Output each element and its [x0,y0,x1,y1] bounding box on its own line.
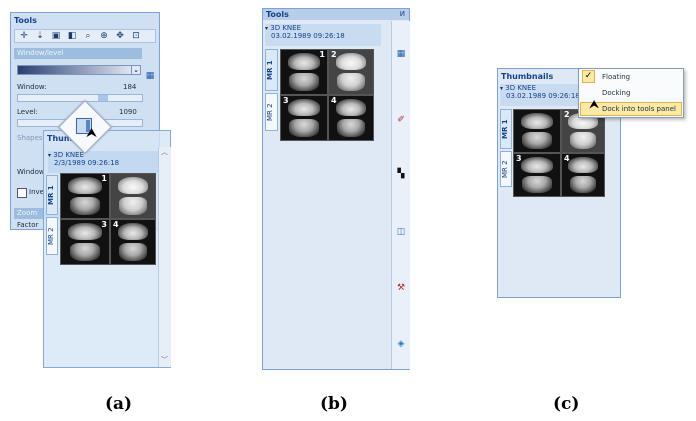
caption-b: (b) [320,394,348,414]
zoom-icon[interactable]: ⌕ [83,31,93,41]
thumb-num-4-c: 4 [564,154,570,163]
thumbnail-2-b[interactable]: 2 [328,49,374,95]
pointer-icon[interactable]: ✛ [19,31,29,41]
export-icon[interactable]: ◈ [396,339,406,349]
lut-dropdown[interactable] [17,65,141,75]
window-label-2: Window [17,168,45,176]
series-date-b: 03.02.1989 09:26:18 [271,32,345,40]
window-value: 184 [123,83,137,91]
series-expand-icon-c[interactable]: ▾ [500,85,503,92]
menu-item-floating-label: Floating [602,73,631,81]
level-value: 1090 [119,108,137,116]
thumb-num-1-b: 1 [319,50,325,59]
tab-mr1-c[interactable]: MR 1 [500,109,512,149]
roi-icon[interactable]: ⊡ [131,31,141,41]
series-header-a[interactable]: ▾ 3D KNEE 2/3/1989 09:26:18 [48,151,168,173]
split-layout-icon[interactable]: ▚ [396,169,406,179]
thumb-num-2-b: 2 [331,50,337,59]
tools-title-a: Tools [14,16,37,25]
menu-item-floating[interactable]: ✓ Floating [580,70,682,85]
thumb-num-1-a: 1 [101,174,107,183]
thumbnail-4-a[interactable]: 4 [110,219,156,265]
thumb-num-4-a: 4 [113,220,119,229]
thumbnail-1-c[interactable] [513,109,561,153]
invert-label: Inve [29,188,44,196]
series-header-c[interactable]: ▾ 3D KNEE 03.02.1989 09:26:18 [500,84,588,106]
series-header-b[interactable]: ▾ 3D KNEE 03.02.1989 09:26:18 [265,24,381,46]
thumb-num-3-c: 3 [516,154,522,163]
thumbnail-1-a[interactable]: 1 [60,173,110,219]
section-window-level-header[interactable]: Window/level [14,48,142,59]
caption-a: (a) [105,394,133,414]
series-expand-icon-b[interactable]: ▾ [265,25,268,32]
series-expand-icon[interactable]: ▾ [48,152,51,159]
tools-title-b: Tools [266,10,289,19]
thumbnail-3-a[interactable]: 3 [60,219,110,265]
mouse-cursor-icon-a: ⮝ [86,126,98,141]
measure-tool-icon[interactable]: ⚒ [396,283,406,293]
thumbnail-3-b[interactable]: 3 [280,95,328,141]
window-label: Window: [17,83,47,91]
window-slider[interactable] [17,94,143,102]
cursor-down-icon[interactable]: ⇣ [35,31,45,41]
thumb-num-4-b: 4 [331,96,337,105]
level-label: Level: [17,108,38,116]
scroll-down-icon[interactable]: ﹀ [161,355,168,365]
pin-icon[interactable]: ⵍ [400,10,405,18]
tab-mr2-b[interactable]: MR 2 [265,93,278,131]
menu-check-icon: ✓ [582,70,595,83]
series-name-a: 3D KNEE [53,151,84,159]
thumbnails-scrollbar-a[interactable]: ︿ ﹀ [158,147,171,367]
series-name-c: 3D KNEE [505,84,536,92]
scroll-up-icon[interactable]: ︿ [161,147,168,157]
image-settings-icon[interactable]: ◫ [396,227,406,237]
menu-item-dock-into-tools-label: Dock into tools panel [602,105,676,113]
tab-mr1-a[interactable]: MR 1 [46,175,58,215]
tools-header-b: Tools ⵍ [263,9,409,20]
tab-mr1-b[interactable]: MR 1 [265,49,278,91]
annotation-tool-icon[interactable]: ✐ [396,115,406,125]
invert-checkbox[interactable] [17,188,27,198]
series-date-a: 2/3/1989 09:26:18 [54,159,120,167]
thumbnail-3-c[interactable]: 3 [513,153,561,197]
factor-label: Factor [17,221,39,229]
thumb-num-3-a: 3 [101,220,107,229]
section-zoom-label: Zoom [17,209,38,217]
tab-mr2-c[interactable]: MR 2 [500,151,512,187]
layout-grid-icon[interactable]: ▦ [396,49,406,59]
thumbnail-4-c[interactable]: 4 [561,153,605,197]
zoom-plus-icon[interactable]: ⊕ [99,31,109,41]
section-window-level-label: Window/level [17,49,64,57]
pan-icon[interactable]: ✥ [115,31,125,41]
thumbnail-4-b[interactable]: 4 [328,95,374,141]
tools-toolbar-a: ✛ ⇣ ▣ ◧ ⌕ ⊕ ✥ ⊡ [14,29,156,43]
side-toolbar-b: ▦ ✐ ▚ ◫ ⚒ ◈ [391,21,410,369]
shapes-label: Shapes [17,134,43,142]
tab-mr2-a[interactable]: MR 2 [46,217,58,255]
window-slider-thumb[interactable] [98,95,108,101]
window-level-icon[interactable]: ◧ [67,31,77,41]
caption-c: (c) [553,394,580,414]
thumb-num-2-c: 2 [564,110,570,119]
menu-item-docking-label: Docking [602,89,631,97]
series-name-b: 3D KNEE [270,24,301,32]
tools-panel-b: Tools ⵍ ▾ 3D KNEE 03.02.1989 09:26:18 MR… [262,8,410,370]
thumb-num-3-b: 3 [283,96,289,105]
grid-icon[interactable]: ▦ [145,71,155,81]
thumbnails-window-a[interactable]: Thumb ▾ 3D KNEE 2/3/1989 09:26:18 MR 1 M… [43,130,171,368]
lut-dropdown-arrow[interactable]: ⌄ [131,65,141,75]
thumbnail-1-b[interactable]: 1 [280,49,328,95]
thumbnail-2-a[interactable] [110,173,156,219]
copy-icon[interactable]: ▣ [51,31,61,41]
mouse-cursor-icon-c: ⮝ [589,97,600,111]
thumbnails-title-c: Thumbnails [501,72,554,81]
series-date-c: 03.02.1989 09:26:18 [506,92,580,100]
